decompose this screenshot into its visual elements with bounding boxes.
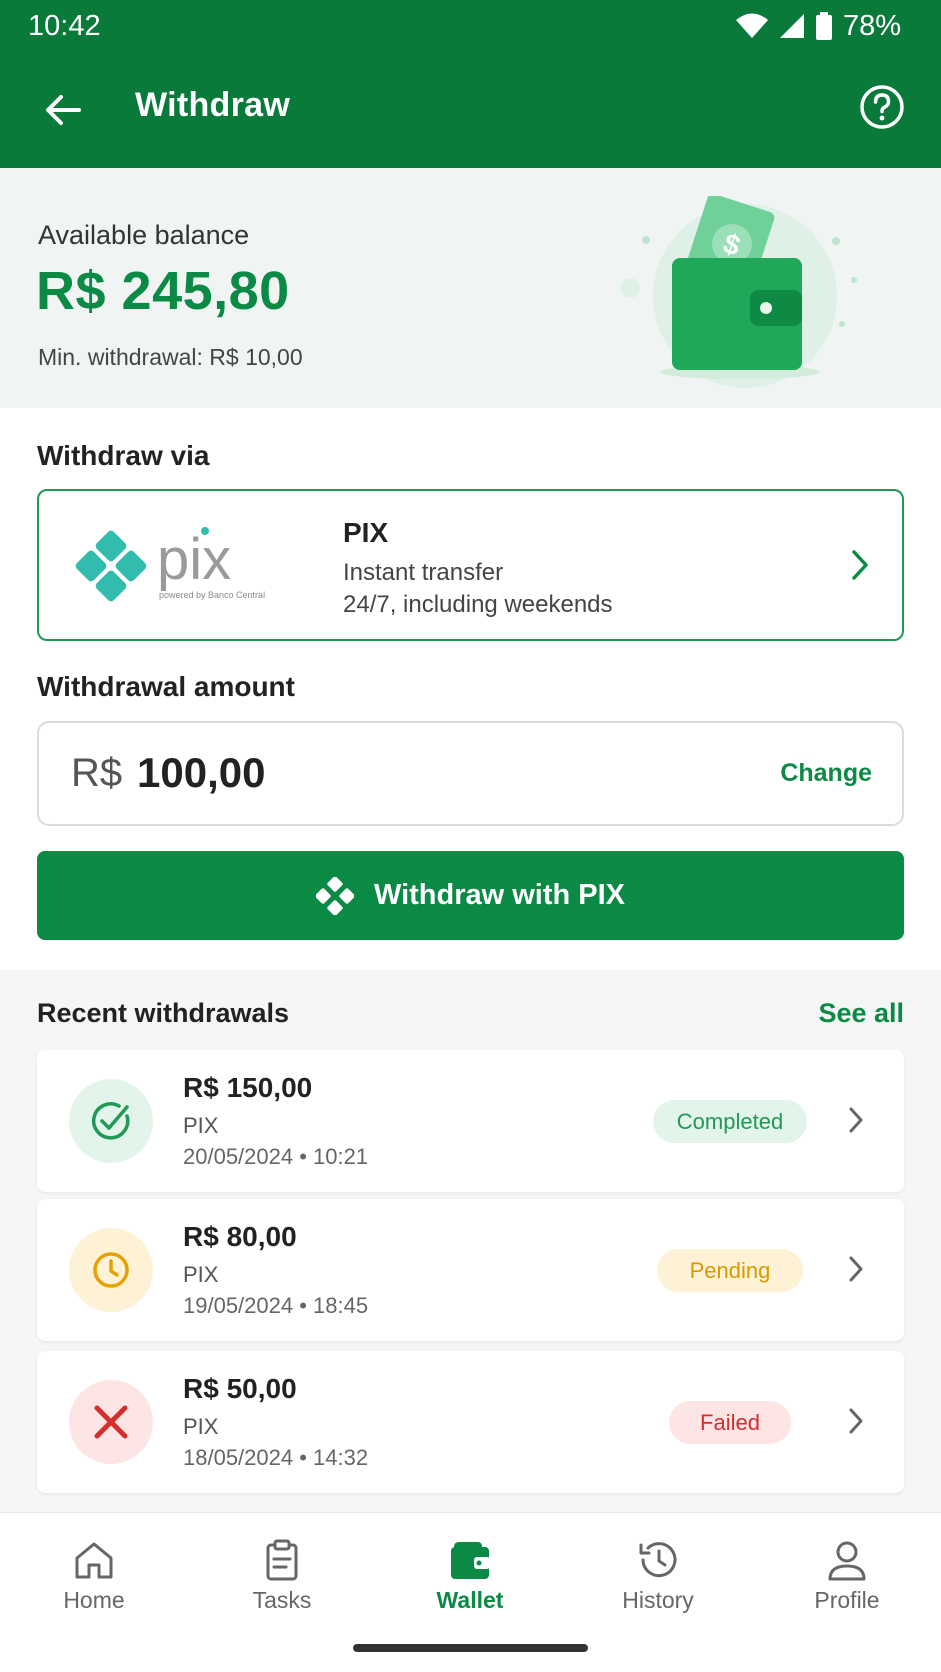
- nav-item-home[interactable]: Home: [24, 1539, 164, 1614]
- status-time: 10:42: [28, 9, 101, 42]
- wallet-illustration-icon: $: [620, 196, 857, 388]
- battery-percent: 78%: [842, 9, 901, 42]
- status-badge: Failed: [669, 1401, 791, 1444]
- chevron-right-icon: [849, 1107, 863, 1133]
- pix-logo-icon: pix powered by Banco Central: [75, 527, 265, 602]
- signal-icon: [779, 14, 804, 38]
- home-indicator[interactable]: [353, 1644, 588, 1652]
- withdrawal-list-item[interactable]: R$ 150,00 PIX 20/05/2024 • 10:21 Complet…: [37, 1050, 904, 1192]
- pix-description-2: 24/7, including weekends: [343, 591, 613, 618]
- nav-label-wallet: Wallet: [436, 1587, 504, 1613]
- status-bar: 10:42 78%: [0, 0, 941, 52]
- status-icon-container: [69, 1228, 153, 1312]
- help-button[interactable]: [857, 82, 907, 132]
- nav-label-profile: Profile: [814, 1587, 880, 1613]
- chevron-right-icon: [852, 550, 868, 580]
- nav-label-home: Home: [63, 1587, 125, 1613]
- balance-section: Available balance R$ 245,80 Min. withdra…: [0, 168, 941, 408]
- back-button[interactable]: [38, 85, 88, 135]
- amount-input[interactable]: R$ 100,00 Change: [37, 721, 904, 826]
- withdrawal-amount: R$ 80,00: [183, 1221, 297, 1252]
- battery-icon: [815, 12, 832, 40]
- nav-item-history[interactable]: History: [588, 1539, 728, 1614]
- withdraw-button-label: Withdraw with PIX: [373, 879, 626, 911]
- pix-description-1: Instant transfer: [343, 559, 504, 586]
- nav-item-tasks[interactable]: Tasks: [212, 1539, 352, 1614]
- pix-icon: [315, 876, 354, 915]
- wallet-icon: [451, 1542, 490, 1579]
- see-all-link[interactable]: See all: [818, 998, 904, 1029]
- nav-item-wallet[interactable]: Wallet: [400, 1539, 540, 1614]
- chevron-right-icon: [849, 1256, 863, 1282]
- change-amount-button[interactable]: Change: [780, 759, 872, 788]
- clipboard-icon: [266, 1539, 298, 1581]
- nav-label-tasks: Tasks: [252, 1587, 312, 1613]
- help-icon: [860, 85, 904, 129]
- clock-icon: [93, 1252, 129, 1288]
- withdrawal-list-item[interactable]: R$ 80,00 PIX 19/05/2024 • 18:45 Pending: [37, 1199, 904, 1341]
- app-bar: Withdraw: [0, 52, 941, 168]
- status-icon-container: [69, 1380, 153, 1464]
- withdraw-via-title: Withdraw via: [37, 440, 210, 471]
- home-icon: [75, 1542, 113, 1579]
- amount-currency: R$: [71, 751, 123, 795]
- withdrawal-method: PIX: [183, 1414, 219, 1439]
- withdrawal-date: 20/05/2024 • 10:21: [183, 1144, 369, 1169]
- pix-logo-subtext: powered by Banco Central: [159, 590, 265, 600]
- nav-label-history: History: [622, 1587, 694, 1613]
- check-circle-icon: [92, 1102, 130, 1140]
- nav-item-profile[interactable]: Profile: [777, 1539, 917, 1614]
- withdrawal-method: PIX: [183, 1262, 219, 1287]
- withdrawal-list-item[interactable]: R$ 50,00 PIX 18/05/2024 • 14:32 Failed: [37, 1351, 904, 1493]
- pix-logo-text: pix: [157, 527, 231, 592]
- withdraw-with-pix-button[interactable]: Withdraw with PIX: [37, 851, 904, 940]
- history-icon: [639, 1542, 677, 1578]
- arrow-left-icon: [46, 95, 81, 125]
- pix-method-name: PIX: [343, 517, 389, 548]
- wifi-icon: [735, 13, 768, 38]
- page-title: Withdraw: [135, 86, 291, 124]
- balance-value: R$ 245,80: [36, 261, 290, 321]
- close-icon: [94, 1405, 128, 1439]
- withdrawal-method: PIX: [183, 1113, 219, 1138]
- recent-withdrawals-title: Recent withdrawals: [37, 998, 290, 1028]
- min-withdrawal-text: Min. withdrawal: R$ 10,00: [38, 344, 303, 370]
- chevron-right-icon: [849, 1408, 863, 1434]
- status-icons: 78%: [735, 10, 901, 43]
- withdrawal-amount: R$ 50,00: [183, 1373, 297, 1404]
- status-icon-container: [69, 1079, 153, 1163]
- pix-method-card[interactable]: pix powered by Banco Central PIX Instant…: [37, 489, 904, 641]
- withdrawal-date: 19/05/2024 • 18:45: [183, 1293, 369, 1318]
- withdrawal-amount: R$ 150,00: [183, 1072, 313, 1103]
- person-icon: [828, 1541, 866, 1581]
- amount-value: 100,00: [137, 749, 266, 796]
- status-badge: Completed: [653, 1100, 807, 1143]
- withdrawal-date: 18/05/2024 • 14:32: [183, 1445, 369, 1470]
- withdrawal-amount-title: Withdrawal amount: [37, 671, 295, 702]
- status-badge: Pending: [657, 1249, 803, 1292]
- balance-label: Available balance: [38, 220, 250, 250]
